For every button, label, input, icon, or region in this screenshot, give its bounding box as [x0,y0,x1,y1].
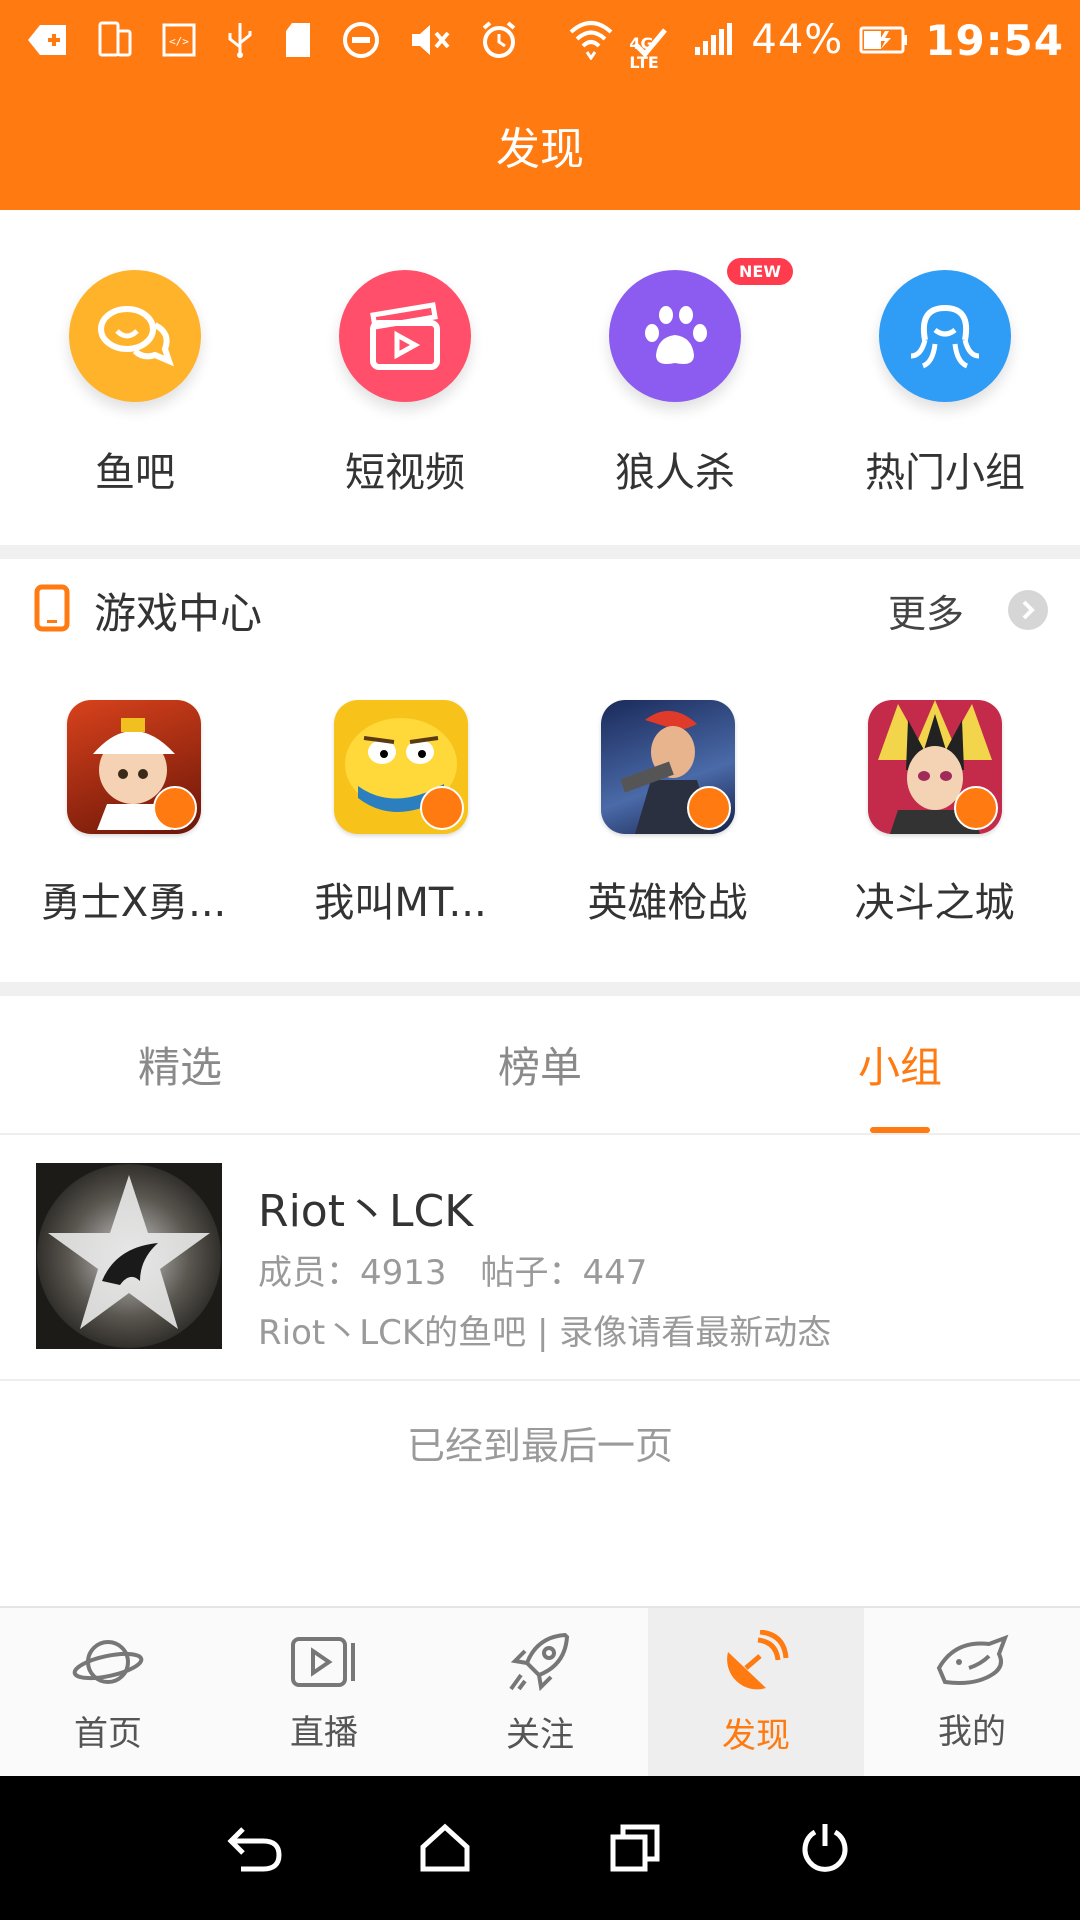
paw-icon: NEW [609,258,793,402]
game-list: 勇士X勇... 我叫MT... 英雄枪战 决斗之城 [0,700,1080,970]
mute-icon [410,21,450,59]
feature-label: 热门小组 [865,450,1025,496]
lte-signal-icon: 4G LTE [629,20,677,72]
content-tabs: 精选 榜单 小组 [0,995,1080,1135]
feature-werewolf[interactable]: NEW 狼人杀 [540,210,810,545]
feature-hot-groups[interactable]: 热门小组 [810,210,1080,545]
group-name: Riot丶LCK [258,1186,474,1237]
feature-label: 鱼吧 [95,450,175,496]
douyu-badge-icon [953,786,998,830]
nav-follow[interactable]: 关注 [432,1608,648,1778]
game-item[interactable]: 勇士X勇... [0,700,267,970]
add-notification-icon [28,23,68,57]
game-label: 勇士X勇... [40,880,227,926]
group-avatar [36,1163,222,1349]
devices-icon [98,21,132,59]
code-icon: </> [162,23,196,57]
battery-percent: 44% [751,17,844,63]
tab-ranking[interactable]: 榜单 [360,995,720,1133]
nav-label: 直播 [290,1712,358,1753]
game-label: 决斗之城 [854,880,1015,926]
section-divider [0,982,1080,996]
video-play-icon [289,1633,359,1695]
nav-home[interactable]: 首页 [0,1608,216,1778]
alarm-icon [480,20,518,60]
tab-groups[interactable]: 小组 [720,995,1080,1133]
nav-label: 关注 [506,1714,574,1755]
game-icon [333,700,468,834]
octopus-icon [879,270,1011,402]
active-tab-indicator [870,1127,930,1133]
nav-live[interactable]: 直播 [216,1608,432,1778]
do-not-disturb-icon [342,21,380,59]
fish-icon [935,1634,1009,1694]
bottom-nav: 首页 直播 关注 发现 我的 [0,1606,1080,1778]
nav-label: 首页 [74,1713,142,1754]
nav-label: 发现 [722,1715,790,1756]
clock: 19:54 [925,15,1064,65]
feature-row: 鱼吧 短视频 NEW 狼人杀 热门小组 [0,210,1080,545]
satellite-dish-icon [722,1629,790,1698]
feature-fishbar[interactable]: 鱼吧 [0,210,270,545]
game-item[interactable]: 决斗之城 [801,700,1068,970]
battery-charging-icon [859,26,909,54]
new-badge: NEW [727,258,793,285]
section-divider [0,545,1080,559]
game-center-title: 游戏中心 [94,588,263,638]
feature-label: 狼人杀 [615,450,735,496]
nav-mine[interactable]: 我的 [864,1608,1080,1778]
usb-icon [226,21,254,59]
planet-icon [71,1632,145,1696]
member-count: 成员：4913 [258,1253,447,1293]
feature-short-video[interactable]: 短视频 [270,210,540,545]
back-icon[interactable] [220,1813,290,1883]
nav-discover[interactable]: 发现 [648,1608,864,1778]
system-nav-bar [0,1776,1080,1920]
power-icon[interactable] [790,1813,860,1883]
chevron-right-icon[interactable] [1008,590,1048,630]
tab-featured[interactable]: 精选 [0,995,360,1133]
clapperboard-icon [339,270,471,402]
recent-apps-icon[interactable] [600,1813,670,1883]
game-label: 我叫MT... [314,880,487,926]
network-type: 4G LTE [629,34,659,72]
svg-text:</>: </> [169,35,189,48]
sd-card-icon [284,21,312,59]
game-icon [867,700,1002,834]
group-list-item[interactable]: Riot丶LCK 成员：4913 帖子：447 Riot丶LCK的鱼吧 | 录像请… [0,1135,1080,1381]
game-icon [66,700,201,834]
douyu-badge-icon [686,786,731,830]
tab-label: 小组 [857,1042,942,1092]
rocket-icon [507,1631,573,1697]
home-icon[interactable] [410,1813,480,1883]
douyu-badge-icon [419,786,464,830]
game-center-header: 游戏中心 更多 [0,560,1080,660]
more-link[interactable]: 更多 [888,583,964,638]
post-count: 帖子：447 [480,1253,648,1293]
page-title: 发现 [496,124,584,175]
end-of-list-text: 已经到最后一页 [406,1424,673,1468]
status-bar: </> 4G LTE 44% 19:54 [0,0,1080,80]
cell-signal-icon [693,23,735,57]
douyu-badge-icon [152,786,197,830]
feature-label: 短视频 [345,450,465,496]
group-description: Riot丶LCK的鱼吧 | 录像请看最新动态 [258,1313,832,1353]
group-stats: 成员：4913 帖子：447 [258,1245,647,1294]
app-header: 发现 [0,80,1080,210]
game-label: 英雄枪战 [587,880,748,926]
game-item[interactable]: 我叫MT... [267,700,534,970]
phone-icon [34,584,70,636]
nav-label: 我的 [938,1711,1006,1752]
game-icon [600,700,735,834]
game-item[interactable]: 英雄枪战 [534,700,801,970]
chat-bubbles-icon [69,270,201,402]
wifi-icon [569,20,613,60]
